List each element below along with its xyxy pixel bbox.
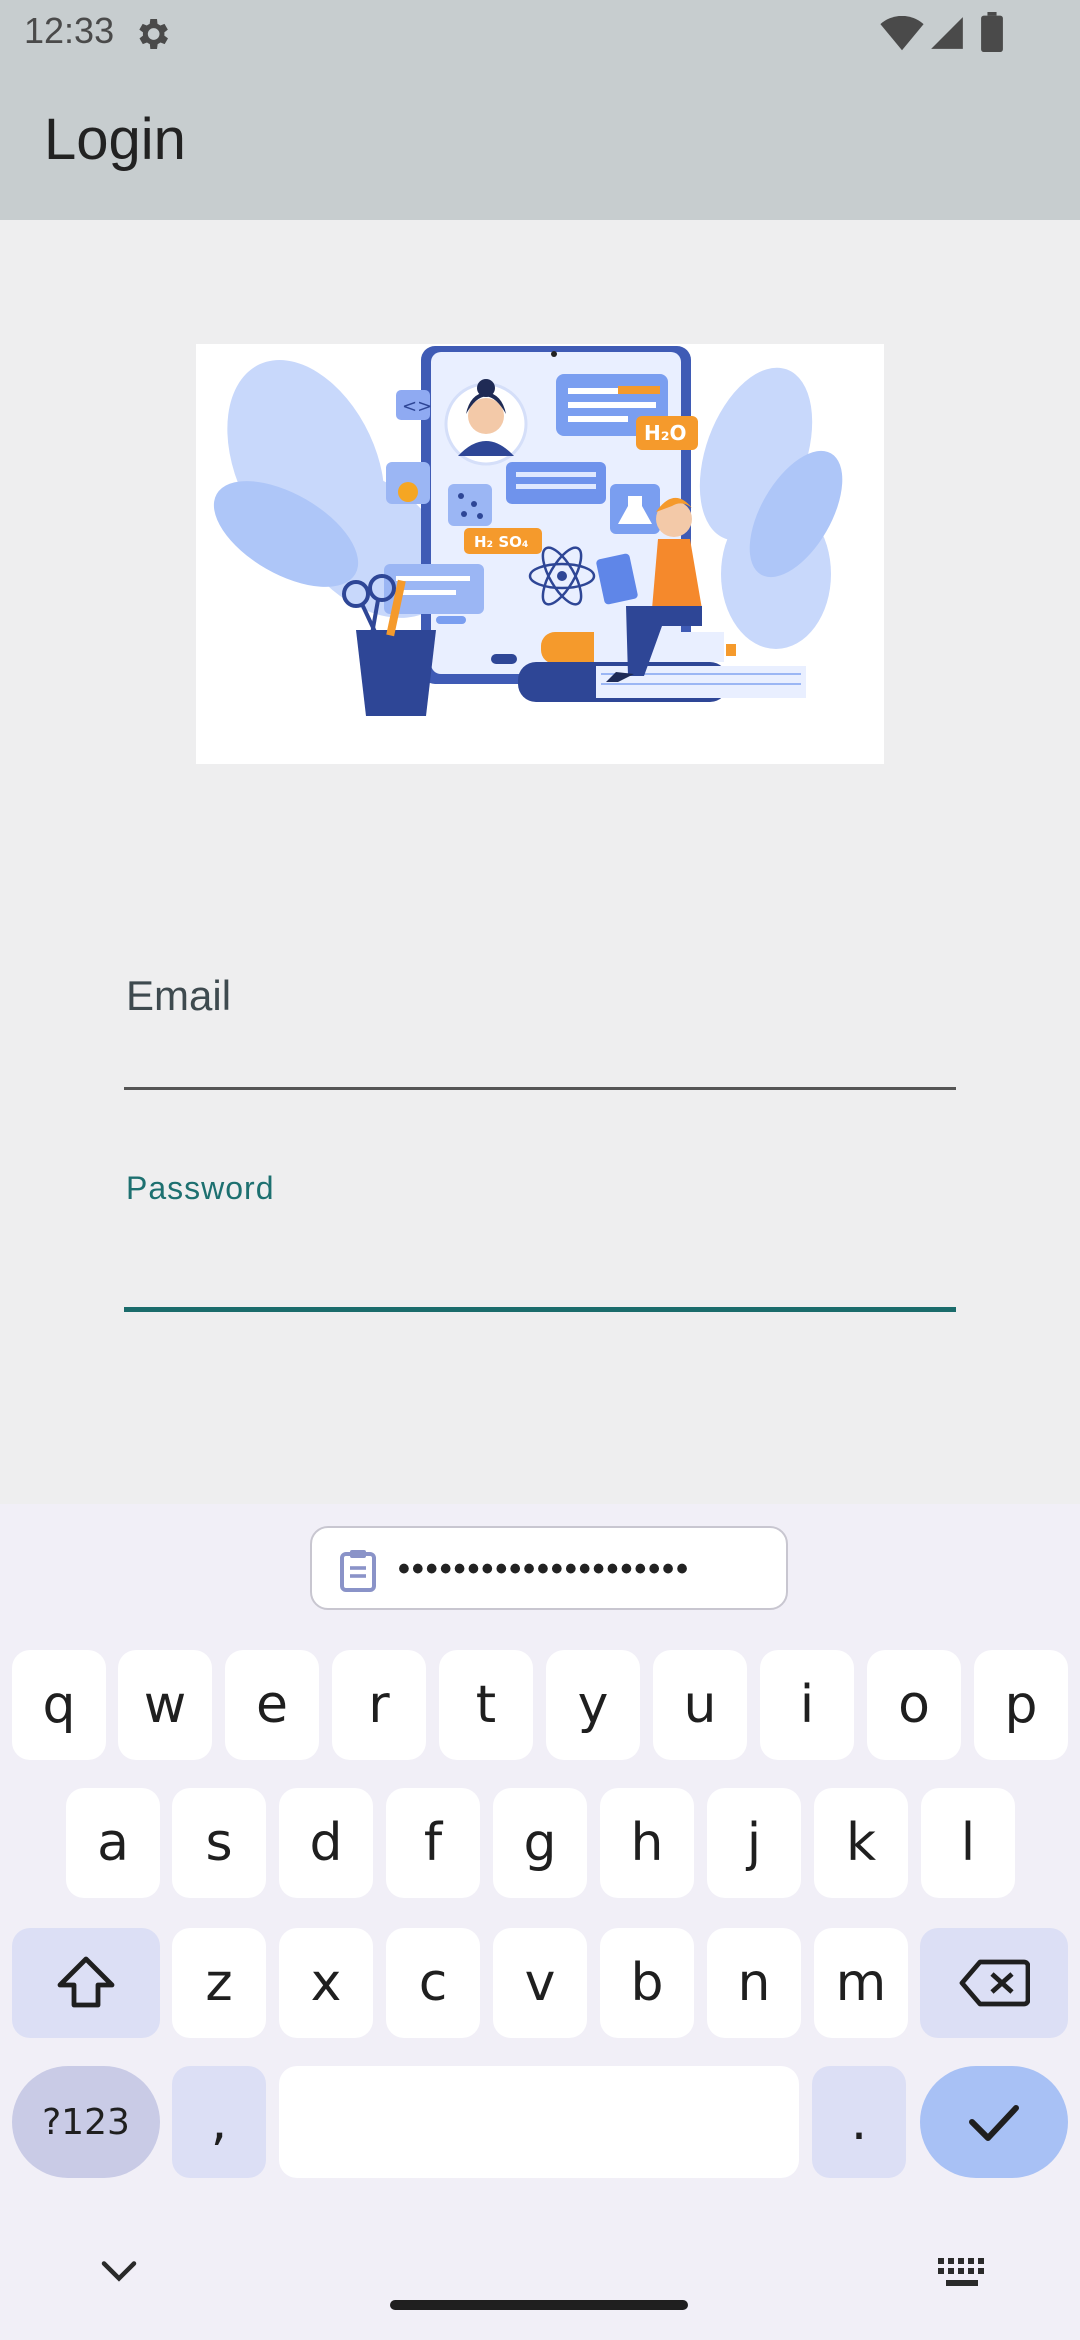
home-gesture-bar[interactable] [390,2300,688,2310]
key-o[interactable]: o [867,1650,961,1760]
status-bar: 12:33 [0,0,1080,68]
status-time: 12:33 [24,10,115,51]
space-key[interactable] [279,2066,799,2178]
svg-text:H₂O: H₂O [644,421,687,445]
key-t[interactable]: t [439,1650,533,1760]
clipboard-text: ••••••••••••••••••••• [398,1550,690,1588]
chevron-down-icon[interactable] [96,2256,142,2286]
key-g[interactable]: g [493,1788,587,1898]
key-c[interactable]: c [386,1928,480,2038]
check-icon [969,2105,1019,2141]
svg-text:H₂ SO₄: H₂ SO₄ [474,533,528,551]
education-illustration: <> H₂O H₂ SO₄ [196,344,884,764]
email-underline [124,1087,956,1090]
key-s[interactable]: s [172,1788,266,1898]
clipboard-suggestion[interactable]: ••••••••••••••••••••• [310,1526,788,1610]
key-f[interactable]: f [386,1788,480,1898]
email-label: Email [126,972,232,1019]
key-b[interactable]: b [600,1928,694,2038]
comma-key[interactable]: , [172,2066,266,2178]
key-q[interactable]: q [12,1650,106,1760]
key-d[interactable]: d [279,1788,373,1898]
period-key[interactable]: . [812,2066,906,2178]
key-x[interactable]: x [279,1928,373,2038]
key-p[interactable]: p [974,1650,1068,1760]
key-i[interactable]: i [760,1650,854,1760]
signal-icon [931,17,963,49]
key-u[interactable]: u [653,1650,747,1760]
key-y[interactable]: y [546,1650,640,1760]
keyboard-switch-icon[interactable] [936,2256,988,2290]
wifi-icon [880,16,924,51]
soft-keyboard: ••••••••••••••••••••• q w e r t y u i o … [0,1504,1080,2340]
password-label: Password [126,1170,275,1206]
key-j[interactable]: j [707,1788,801,1898]
settings-gear-icon [139,19,168,49]
clipboard-icon [340,1550,376,1592]
backspace-icon [959,1959,1030,2007]
backspace-key[interactable] [920,1928,1068,2038]
key-n[interactable]: n [707,1928,801,2038]
key-v[interactable]: v [493,1928,587,2038]
key-e[interactable]: e [225,1650,319,1760]
shift-icon [57,1956,115,2008]
svg-text:<>: <> [402,396,432,417]
battery-icon [981,12,1003,52]
email-field[interactable]: Email [124,960,956,1090]
enter-key[interactable] [920,2066,1068,2178]
symbols-key[interactable]: ?123 [12,2066,160,2178]
key-k[interactable]: k [814,1788,908,1898]
page-title: Login [44,107,186,172]
key-h[interactable]: h [600,1788,694,1898]
key-a[interactable]: a [66,1788,160,1898]
password-field[interactable]: Password [124,1160,956,1312]
key-w[interactable]: w [118,1650,212,1760]
key-r[interactable]: r [332,1650,426,1760]
app-bar: Login [0,68,1080,220]
key-l[interactable]: l [921,1788,1015,1898]
shift-key[interactable] [12,1928,160,2038]
key-z[interactable]: z [172,1928,266,2038]
password-underline [124,1307,956,1312]
key-m[interactable]: m [814,1928,908,2038]
